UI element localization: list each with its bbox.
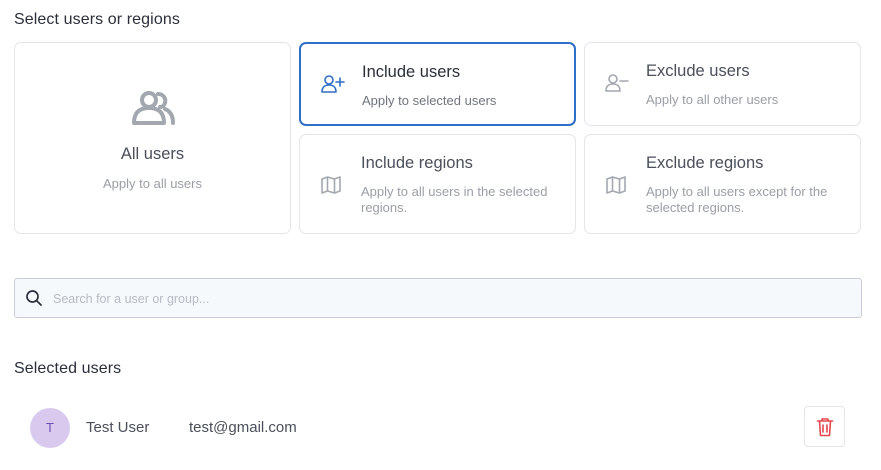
user-plus-icon: [321, 74, 345, 99]
users-icon: [130, 90, 176, 131]
remove-user-button[interactable]: [804, 406, 845, 447]
user-minus-icon: [605, 73, 629, 98]
card-title: Include regions: [361, 154, 473, 172]
card-subtitle: Apply to all users in the selected regio…: [361, 184, 548, 215]
card-title: Exclude regions: [646, 154, 764, 172]
map-icon: [320, 175, 342, 200]
search-box: [14, 278, 862, 319]
search-input[interactable]: [51, 279, 855, 319]
user-name: Test User: [86, 419, 150, 436]
card-subtitle: Apply to selected users: [362, 93, 497, 108]
card-title: Include users: [362, 63, 461, 81]
search-icon: [25, 289, 43, 312]
option-card-include-users[interactable]: Include users Apply to selected users: [299, 42, 576, 126]
card-subtitle: Apply to all users: [103, 176, 202, 191]
card-title: Exclude users: [646, 62, 750, 80]
option-card-include-regions[interactable]: Include regions Apply to all users in th…: [299, 134, 576, 234]
section-title-selected-users: Selected users: [14, 360, 122, 377]
option-card-exclude-users[interactable]: Exclude users Apply to all other users: [584, 42, 861, 126]
card-subtitle: Apply to all other users: [646, 92, 779, 107]
card-title: All users: [120, 145, 185, 163]
section-title-select: Select users or regions: [14, 11, 180, 28]
user-email: test@gmail.com: [189, 419, 297, 436]
card-subtitle: Apply to all users except for the select…: [646, 184, 828, 215]
selected-user-row: T Test User test@gmail.com: [14, 400, 862, 455]
option-card-all-users[interactable]: All users Apply to all users: [14, 42, 291, 234]
avatar: T: [30, 408, 70, 448]
map-icon: [605, 175, 627, 200]
option-card-exclude-regions[interactable]: Exclude regions Apply to all users excep…: [584, 134, 861, 234]
